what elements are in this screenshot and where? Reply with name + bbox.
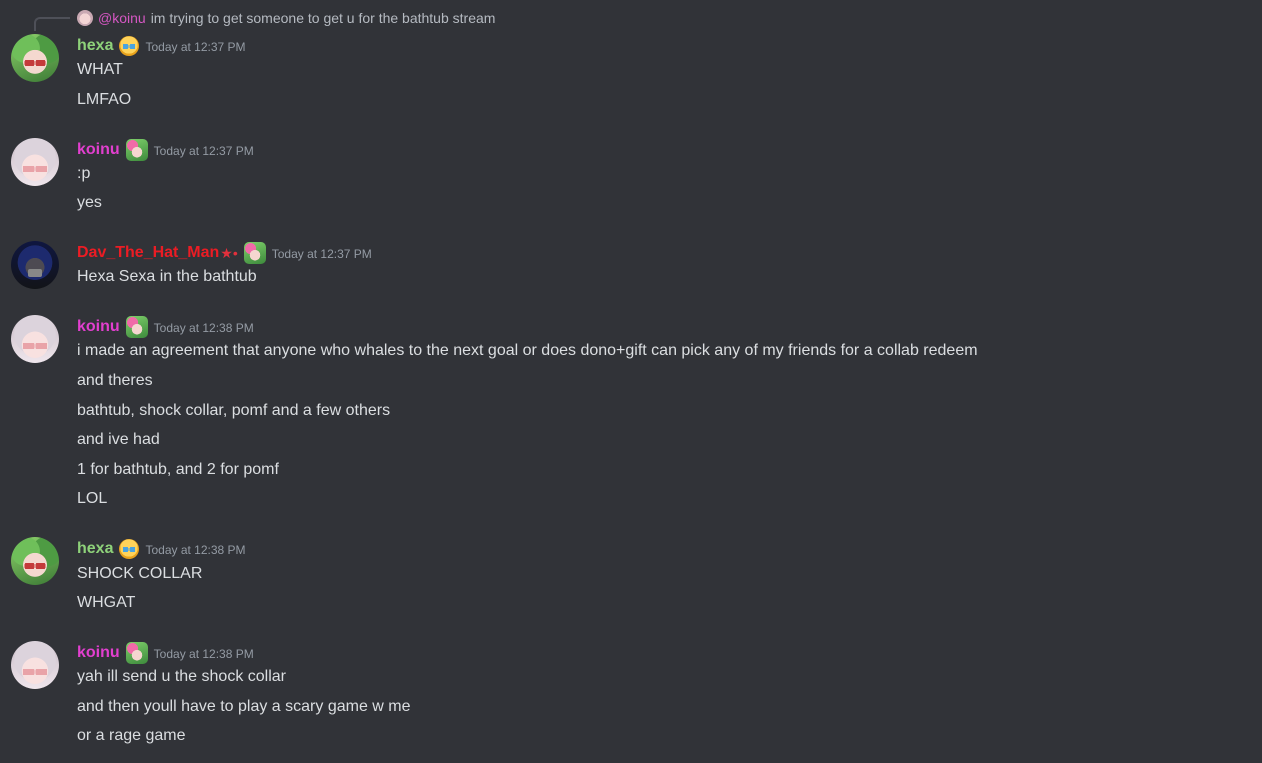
message-text: WHGAT (77, 594, 136, 611)
message-text: i made an agreement that anyone who whal… (77, 342, 978, 359)
timestamp[interactable]: Today at 12:38 PM (154, 647, 254, 661)
message-header: hexa Today at 12:37 PM (77, 35, 246, 57)
avatar[interactable] (11, 537, 59, 585)
avatar[interactable] (11, 138, 59, 186)
reply-text: im trying to get someone to get u for th… (150, 10, 496, 26)
message-text: or a rage game (77, 727, 186, 744)
timestamp[interactable]: Today at 12:37 PM (145, 40, 245, 54)
role-icon (125, 316, 148, 338)
reply-mention[interactable]: @koinu (98, 10, 146, 26)
message-text: WHAT (77, 61, 123, 78)
username-decoration: ★• (220, 244, 238, 261)
username[interactable]: koinu (77, 141, 120, 159)
avatar[interactable] (11, 315, 59, 363)
avatar[interactable] (11, 34, 59, 82)
message-text: LOL (77, 490, 108, 507)
reply-avatar (77, 10, 93, 26)
role-icon (125, 139, 148, 161)
message-text: 1 for bathtub, and 2 for pomf (77, 461, 279, 478)
role-icon (125, 642, 148, 664)
message-text: and ive had (77, 431, 160, 448)
timestamp[interactable]: Today at 12:37 PM (272, 247, 372, 261)
reply-preview[interactable]: @koinu im trying to get someone to get u… (77, 8, 495, 28)
message-header: hexa Today at 12:38 PM (77, 538, 246, 560)
username[interactable]: hexa (77, 540, 113, 558)
message-header: koinu Today at 12:38 PM (77, 316, 254, 338)
username[interactable]: hexa (77, 37, 113, 55)
message-text: yah ill send u the shock collar (77, 668, 286, 685)
timestamp[interactable]: Today at 12:38 PM (154, 321, 254, 335)
timestamp[interactable]: Today at 12:37 PM (154, 144, 254, 158)
message-text: Hexa Sexa in the bathtub (77, 268, 257, 285)
message-text: and then youll have to play a scary game… (77, 698, 411, 715)
message-text: SHOCK COLLAR (77, 565, 203, 582)
role-icon (243, 242, 266, 264)
message-text: yes (77, 194, 102, 211)
crying-emoji-icon (119, 36, 140, 56)
message-text: and theres (77, 372, 153, 389)
message-header: Dav_The_Hat_Man ★• Today at 12:37 PM (77, 242, 372, 264)
message-text: LMFAO (77, 91, 132, 108)
timestamp[interactable]: Today at 12:38 PM (145, 543, 245, 557)
avatar[interactable] (11, 641, 59, 689)
chat-messages: @koinu im trying to get someone to get u… (0, 0, 1262, 763)
message-header: koinu Today at 12:38 PM (77, 642, 254, 664)
username[interactable]: Dav_The_Hat_Man (77, 244, 219, 262)
message-text: :p (77, 165, 91, 182)
crying-emoji-icon (119, 539, 140, 559)
avatar[interactable] (11, 241, 59, 289)
message-header: koinu Today at 12:37 PM (77, 139, 254, 161)
username[interactable]: koinu (77, 318, 120, 336)
reply-connector (34, 17, 70, 31)
username[interactable]: koinu (77, 644, 120, 662)
message-text: bathtub, shock collar, pomf and a few ot… (77, 402, 391, 419)
